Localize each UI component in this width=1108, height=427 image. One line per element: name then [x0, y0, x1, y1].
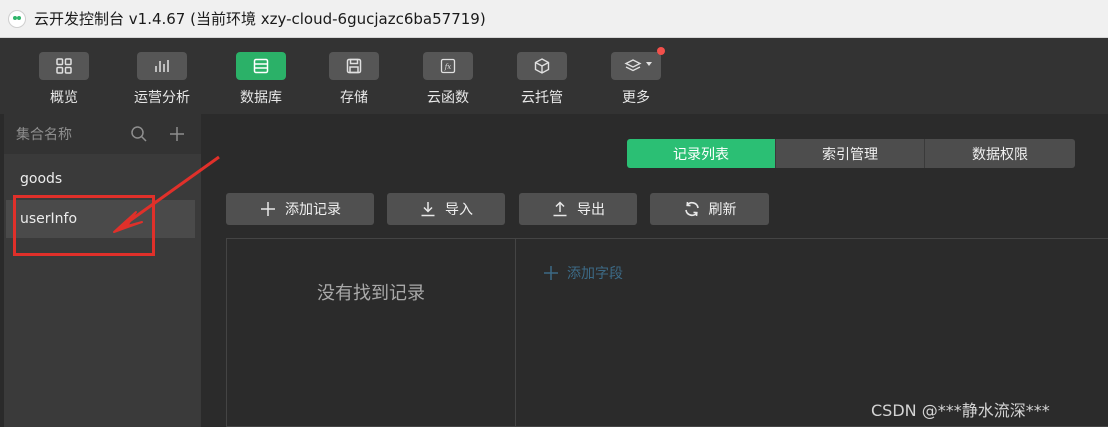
toolbar-label: 数据库 [240, 90, 282, 106]
tab-data-permissions[interactable]: 数据权限 [925, 139, 1075, 168]
toolbar-more[interactable]: 更多 [596, 47, 676, 110]
toolbar-overview[interactable]: 概览 [24, 52, 104, 110]
view-tabs: 记录列表 索引管理 数据权限 [627, 139, 1075, 168]
toolbar-label: 概览 [50, 90, 78, 106]
toolbar-analytics[interactable]: 运营分析 [122, 52, 202, 110]
refresh-label: 刷新 [708, 202, 737, 218]
refresh-icon [684, 201, 699, 217]
storage-icon [346, 58, 362, 74]
sidebar-header: 集合名称 [0, 114, 201, 154]
record-list-panel: 没有找到记录 [226, 238, 516, 427]
main-toolbar: 概览 运营分析 数据库 存储 fx 云函数 云托管 更多 [0, 38, 1108, 114]
toolbar-label: 云函数 [427, 90, 469, 106]
main-panel: 记录列表 索引管理 数据权限 添加记录 导入 导出 刷新 没有找到记录 添加字段 [201, 114, 1108, 427]
add-collection-icon[interactable] [167, 124, 187, 144]
cube-icon [534, 58, 550, 74]
toolbar-label: 云托管 [521, 90, 563, 106]
dropdown-caret-icon [646, 62, 652, 66]
export-button[interactable]: 导出 [519, 193, 637, 225]
plus-icon [261, 202, 275, 216]
function-icon: fx [440, 58, 456, 74]
import-button[interactable]: 导入 [387, 193, 505, 225]
add-record-button[interactable]: 添加记录 [226, 193, 374, 225]
download-icon [421, 202, 435, 217]
search-icon[interactable] [129, 124, 149, 144]
tab-index-management[interactable]: 索引管理 [776, 139, 925, 168]
annotation-highlight-box [13, 195, 155, 256]
notification-dot [657, 47, 665, 55]
layers-icon [624, 59, 642, 72]
refresh-button[interactable]: 刷新 [650, 193, 769, 225]
add-field-label: 添加字段 [567, 266, 623, 282]
add-record-label: 添加记录 [285, 202, 341, 218]
sidebar-title: 集合名称 [16, 127, 72, 143]
toolbar-label: 运营分析 [134, 90, 190, 106]
tab-record-list[interactable]: 记录列表 [627, 139, 776, 168]
title-bar: 云开发控制台 v1.4.67 (当前环境 xzy-cloud-6gucjazc6… [0, 0, 1108, 38]
export-label: 导出 [577, 202, 605, 218]
grid-icon [56, 58, 72, 74]
toolbar-label: 存储 [340, 90, 368, 106]
watermark-text: CSDN @***静水流深*** [871, 401, 1050, 420]
empty-state-text: 没有找到记录 [317, 283, 425, 304]
add-field-button[interactable]: 添加字段 [543, 263, 623, 283]
import-label: 导入 [445, 202, 473, 218]
window-title: 云开发控制台 v1.4.67 (当前环境 xzy-cloud-6gucjazc6… [34, 10, 486, 28]
app-logo-icon [8, 9, 26, 28]
collection-label: goods [20, 171, 63, 187]
toolbar-storage[interactable]: 存储 [314, 52, 394, 110]
collection-sidebar: 集合名称 goods userInfo [0, 114, 201, 427]
svg-text:fx: fx [444, 63, 452, 71]
toolbar-cloud-function[interactable]: fx 云函数 [408, 52, 488, 110]
bar-chart-icon [155, 60, 169, 72]
toolbar-label: 更多 [622, 90, 650, 106]
database-icon [253, 58, 269, 74]
toolbar-database[interactable]: 数据库 [221, 52, 301, 110]
window-left-edge [0, 114, 4, 427]
plus-icon [544, 266, 558, 280]
collection-item-goods[interactable]: goods [6, 160, 195, 198]
toolbar-cloud-hosting[interactable]: 云托管 [502, 52, 582, 110]
upload-icon [553, 201, 567, 217]
